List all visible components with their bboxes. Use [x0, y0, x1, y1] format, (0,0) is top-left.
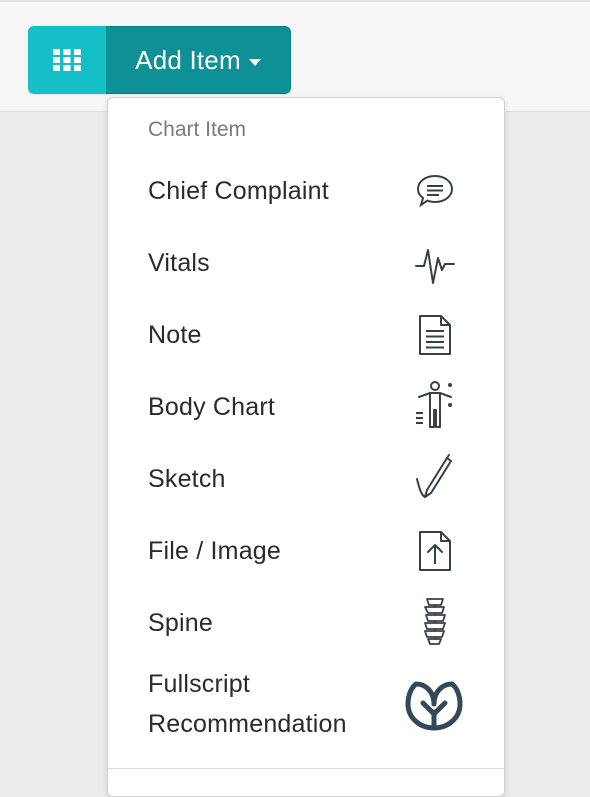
menu-item-label: Vitals: [148, 249, 210, 277]
menu-item-label: Note: [148, 321, 202, 349]
menu-item-label-line1: Fullscript: [148, 670, 251, 698]
menu-item-label-line2: Recommendation: [148, 710, 347, 738]
document-icon: [408, 310, 462, 360]
heartbeat-icon: [408, 238, 462, 288]
menu-item-vitals[interactable]: Vitals: [108, 238, 504, 288]
menu-divider: [108, 768, 504, 769]
menu-item-body-chart[interactable]: Body Chart: [108, 380, 504, 432]
grid-view-button[interactable]: [28, 26, 106, 94]
menu-item-label: File / Image: [148, 537, 282, 565]
file-upload-icon: [408, 526, 462, 576]
caret-down-icon: [248, 58, 261, 66]
pen-icon: [408, 452, 462, 502]
menu-item-label: Spine: [148, 609, 213, 637]
menu-item-chief-complaint[interactable]: Chief Complaint: [108, 166, 504, 216]
menu-item-file-image[interactable]: File / Image: [108, 526, 504, 576]
toolbar: Add Item: [0, 0, 590, 112]
speech-bubble-icon: [408, 166, 462, 216]
body-figure-icon: [408, 380, 462, 430]
menu-item-sketch[interactable]: Sketch: [108, 454, 504, 504]
fullscript-leaf-icon: [404, 677, 464, 733]
menu-item-label: Chief Complaint: [148, 177, 329, 205]
add-item-button[interactable]: Add Item: [106, 26, 291, 94]
menu-item-spine[interactable]: Spine: [108, 598, 504, 648]
add-item-dropdown-menu: Chart Item Chief Complaint Vitals Note B…: [107, 97, 505, 797]
add-item-label: Add Item: [135, 44, 241, 75]
menu-item-note[interactable]: Note: [108, 310, 504, 360]
grid-icon: [53, 49, 81, 71]
menu-item-label: Body Chart: [148, 393, 276, 421]
menu-item-fullscript-recommendation[interactable]: Fullscript Recommendation: [108, 664, 504, 746]
add-item-button-group: Add Item: [28, 26, 291, 94]
menu-section-header: Chart Item: [148, 118, 247, 141]
menu-item-label: Sketch: [148, 465, 226, 493]
spine-icon: [408, 596, 462, 646]
